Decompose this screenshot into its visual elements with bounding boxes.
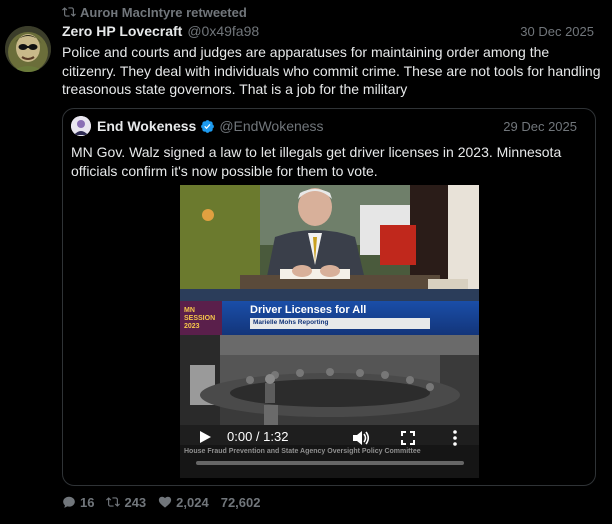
quote-author-handle[interactable]: @EndWokeness xyxy=(219,118,323,134)
view-count: 72,602 xyxy=(220,494,261,510)
reply-action[interactable]: 16 xyxy=(62,495,94,510)
video-player[interactable]: MN SESSION 2023 Driver Licenses for All … xyxy=(180,185,479,478)
quote-text: MN Gov. Walz signed a law to let illegal… xyxy=(71,144,562,179)
play-icon[interactable] xyxy=(198,430,212,444)
reply-icon xyxy=(63,496,75,508)
quote-avatar[interactable] xyxy=(71,116,91,136)
tweet-header: Zero HP Lovecraft @0x49fa98 30 Dec 2025 xyxy=(62,22,594,40)
quote-header: End Wokeness @EndWokeness 29 Dec 2025 xyxy=(71,115,577,137)
video-frame-signing xyxy=(180,185,479,301)
heart-icon xyxy=(159,496,172,508)
logo-line-2: SESSION xyxy=(184,315,216,322)
banner-subtitle: Marielle Mohs Reporting xyxy=(250,318,430,329)
video-controls: 0:00 / 1:32 House Fraud Prevention and S… xyxy=(180,425,479,478)
logo-line-3: 2023 xyxy=(184,323,200,330)
retweet-icon xyxy=(106,497,121,507)
author-handle[interactable]: @0x49fa98 xyxy=(187,23,259,39)
video-caption-strip: House Fraud Prevention and State Agency … xyxy=(184,448,421,455)
avatar[interactable] xyxy=(5,26,51,72)
volume-icon[interactable] xyxy=(352,430,370,446)
news-logo: MN SESSION 2023 xyxy=(180,301,222,335)
tweet-text: Police and courts and judges are apparat… xyxy=(62,44,601,97)
quoted-tweet[interactable]: End Wokeness @EndWokeness 29 Dec 2025 MN… xyxy=(62,108,596,486)
views-action[interactable]: 72,602 xyxy=(221,495,261,510)
retweet-indicator: Aurон MacIntyre retweeted xyxy=(62,4,247,20)
author-name[interactable]: Zero HP Lovecraft xyxy=(62,23,182,39)
video-time: 0:00 / 1:32 xyxy=(227,429,289,444)
retweet-icon xyxy=(62,7,76,17)
like-action[interactable]: 2,024 xyxy=(158,495,209,510)
logo-line-1: MN xyxy=(184,307,195,314)
verified-badge-icon xyxy=(201,119,215,133)
news-banner: Driver Licenses for All Marielle Mohs Re… xyxy=(222,301,479,335)
retweet-count: 243 xyxy=(124,494,147,510)
quote-author-name[interactable]: End Wokeness xyxy=(97,118,196,134)
action-bar: 16 243 2,024 72,602 xyxy=(62,493,272,511)
like-count: 2,024 xyxy=(176,494,209,510)
retweet-text: Aurон MacIntyre retweeted xyxy=(80,4,247,20)
banner-title: Driver Licenses for All xyxy=(250,304,367,316)
more-icon[interactable] xyxy=(452,429,458,447)
news-lower-third: MN SESSION 2023 Driver Licenses for All … xyxy=(180,301,479,335)
retweet-action[interactable]: 243 xyxy=(106,495,146,510)
video-progress-bar[interactable] xyxy=(196,461,464,465)
tweet-date[interactable]: 30 Dec 2025 xyxy=(520,24,594,39)
fullscreen-icon[interactable] xyxy=(401,431,415,445)
quote-date[interactable]: 29 Dec 2025 xyxy=(503,119,577,134)
reply-count: 16 xyxy=(80,494,95,510)
